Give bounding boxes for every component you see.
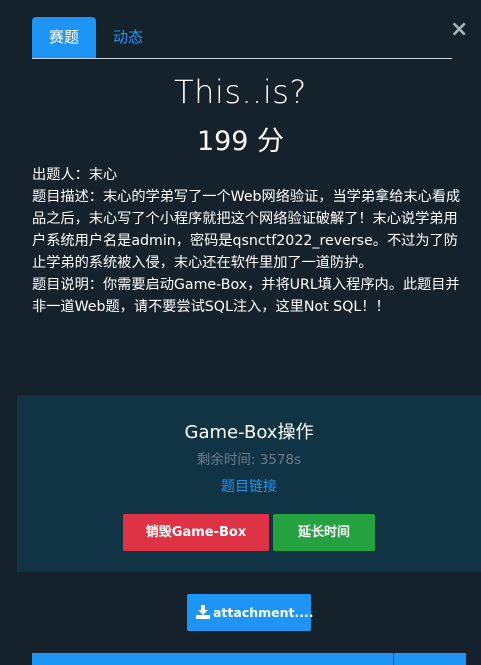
gamebox-title: Game-Box操作 — [184, 422, 314, 443]
tab-activity[interactable]: 动态 — [113, 17, 143, 58]
description-note: 题目说明：你需要启动Game-Box，并将URL填入程序内。此题目并非一道Web… — [32, 277, 460, 315]
challenge-link[interactable]: 题目链接 — [17, 476, 481, 496]
gamebox-remaining-time: 剩余时间: 3578s — [196, 452, 302, 468]
tab-challenge[interactable]: 赛题 — [32, 17, 96, 58]
attachment-button[interactable]: attachment.... — [187, 594, 314, 631]
download-icon — [196, 605, 210, 619]
bottom-bar-divider — [393, 653, 394, 665]
close-icon[interactable]: × — [450, 18, 468, 42]
challenge-title: This..is? — [174, 73, 307, 111]
tab-bar: 赛题 动态 — [32, 17, 452, 59]
challenge-points: 199 分 — [196, 126, 285, 157]
attachment-label: attachment.... — [213, 605, 314, 620]
extend-time-button[interactable]: 延长时间 — [273, 514, 375, 551]
description-body: 题目描述：末心的学弟写了一个Web网络验证，当学弟拿给末心看成品之后，末心写了个… — [32, 189, 461, 271]
challenge-description: 出题人：末心 题目描述：末心的学弟写了一个Web网络验证，当学弟拿给末心看成品之… — [32, 164, 462, 318]
description-author: 出题人：末心 — [32, 167, 118, 183]
bottom-action-bar[interactable] — [32, 653, 466, 665]
gamebox-panel: Game-Box操作 剩余时间: 3578s 题目链接 销毁Game-Box 延… — [17, 395, 481, 572]
destroy-gamebox-button[interactable]: 销毁Game-Box — [123, 514, 269, 551]
